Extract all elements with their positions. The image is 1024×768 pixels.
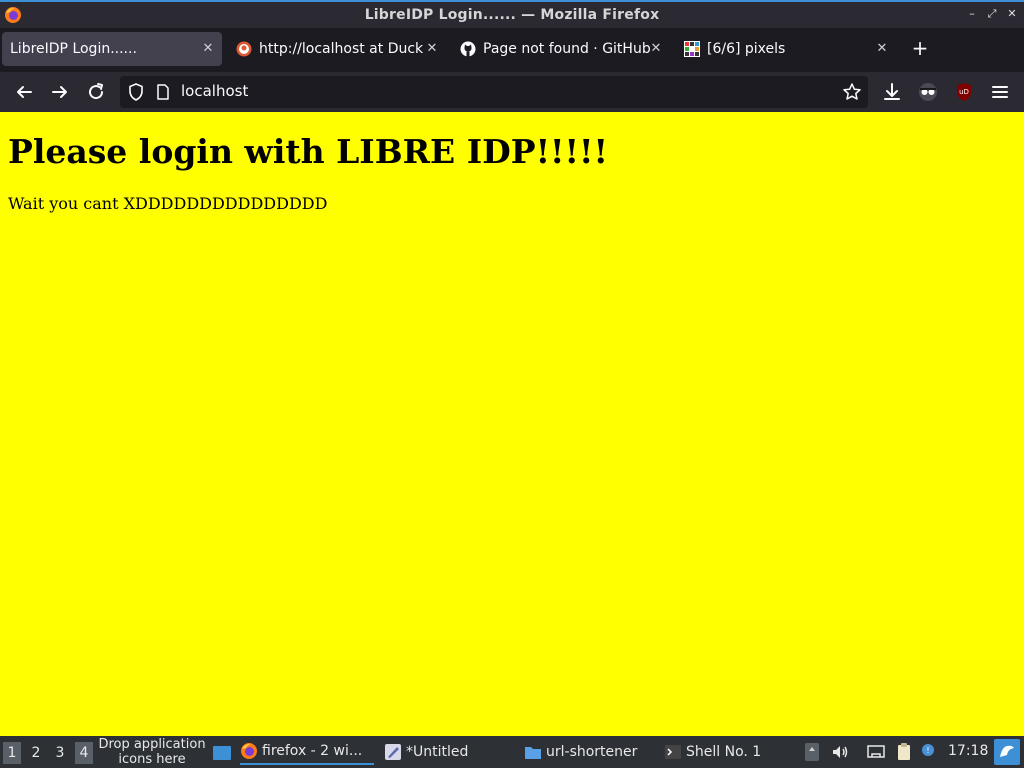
hamburger-menu-icon[interactable] (988, 80, 1012, 104)
back-arrow-icon[interactable] (12, 80, 36, 104)
tab-label: Page not found · GitHub (483, 41, 651, 57)
task-label: firefox - 2 wi... (262, 743, 363, 759)
close-tab-icon[interactable]: ✕ (648, 41, 664, 57)
address-bar[interactable]: localhost (120, 76, 868, 108)
forward-arrow-icon[interactable] (48, 80, 72, 104)
show-desktop-icon[interactable] (212, 744, 232, 762)
folder-icon (525, 747, 541, 759)
terminal-icon (665, 745, 681, 759)
firefox-icon (241, 743, 257, 759)
duckduckgo-icon (236, 41, 252, 57)
window-controls: – ⤢ ✕ (966, 8, 1018, 20)
page-info-icon[interactable] (156, 84, 170, 100)
tab-bar: LibreIDP Login...... ✕ http://localhost … (0, 28, 1024, 72)
minimize-icon[interactable]: – (966, 8, 978, 20)
task-file-manager[interactable]: url-shortener (524, 739, 658, 765)
notification-icon[interactable]: ! (918, 742, 938, 762)
clipboard-icon[interactable] (894, 742, 914, 762)
workspace-3[interactable]: 3 (51, 742, 69, 764)
window-title: LibreIDP Login...... — Mozilla Firefox (364, 7, 660, 23)
workspace-2[interactable]: 2 (27, 742, 45, 764)
maximize-icon[interactable]: ⤢ (986, 8, 998, 20)
svg-text:uD: uD (959, 88, 969, 96)
text-editor-icon (385, 744, 401, 760)
workspace-1[interactable]: 1 (3, 742, 21, 764)
task-firefox[interactable]: firefox - 2 wi... (240, 739, 374, 765)
downloads-icon[interactable] (880, 80, 904, 104)
navigation-toolbar: localhost uD (0, 72, 1024, 112)
page-content: Please login with LIBRE IDP!!!!! Wait yo… (0, 112, 1024, 736)
tab-libreidp-login[interactable]: LibreIDP Login...... ✕ (2, 32, 222, 66)
tab-duckduckgo[interactable]: http://localhost at Duck ✕ (228, 32, 446, 66)
volume-icon[interactable] (830, 742, 850, 762)
tab-label: [6/6] pixels (707, 41, 786, 57)
tracking-protection-shield-icon[interactable] (128, 83, 144, 101)
desktop-taskbar: 1 2 3 4 Drop application icons here fire… (0, 736, 1024, 768)
task-label: Shell No. 1 (686, 744, 762, 760)
new-tab-plus-icon[interactable]: + (910, 38, 930, 58)
task-text-editor[interactable]: *Untitled (384, 739, 514, 765)
tab-pixels[interactable]: [6/6] pixels ✕ (676, 32, 896, 66)
page-text: Wait you cant XDDDDDDDDDDDDDDD (8, 194, 328, 213)
svg-text:!: ! (926, 746, 929, 755)
task-terminal[interactable]: Shell No. 1 (664, 739, 794, 765)
github-icon (460, 41, 476, 57)
launcher-drop-hint: Drop application icons here (98, 737, 206, 767)
scroll-indicator-icon[interactable] (802, 742, 822, 762)
pixels-icon (684, 41, 700, 57)
reload-icon[interactable] (84, 80, 108, 104)
tab-github[interactable]: Page not found · GitHub ✕ (452, 32, 670, 66)
tab-label: LibreIDP Login...... (10, 41, 137, 57)
task-label: url-shortener (546, 744, 638, 760)
bookmark-star-icon[interactable] (842, 82, 862, 102)
url-text[interactable]: localhost (181, 82, 248, 100)
close-tab-icon[interactable]: ✕ (424, 41, 440, 57)
privacy-extension-icon[interactable] (916, 80, 940, 104)
firefox-icon (5, 7, 21, 23)
page-heading: Please login with LIBRE IDP!!!!! (8, 132, 608, 171)
close-tab-icon[interactable]: ✕ (874, 41, 890, 57)
window-titlebar: LibreIDP Login...... — Mozilla Firefox –… (0, 0, 1024, 28)
workspace-4[interactable]: 4 (75, 742, 93, 764)
clock[interactable]: 17:18 (948, 743, 988, 759)
close-window-icon[interactable]: ✕ (1006, 8, 1018, 20)
ublock-origin-icon[interactable]: uD (952, 80, 976, 104)
close-tab-icon[interactable]: ✕ (200, 41, 216, 57)
whisker-menu-icon[interactable] (994, 739, 1020, 765)
task-label: *Untitled (406, 744, 469, 760)
tab-label: http://localhost at Duck (259, 41, 424, 57)
network-wired-icon[interactable] (866, 742, 886, 762)
